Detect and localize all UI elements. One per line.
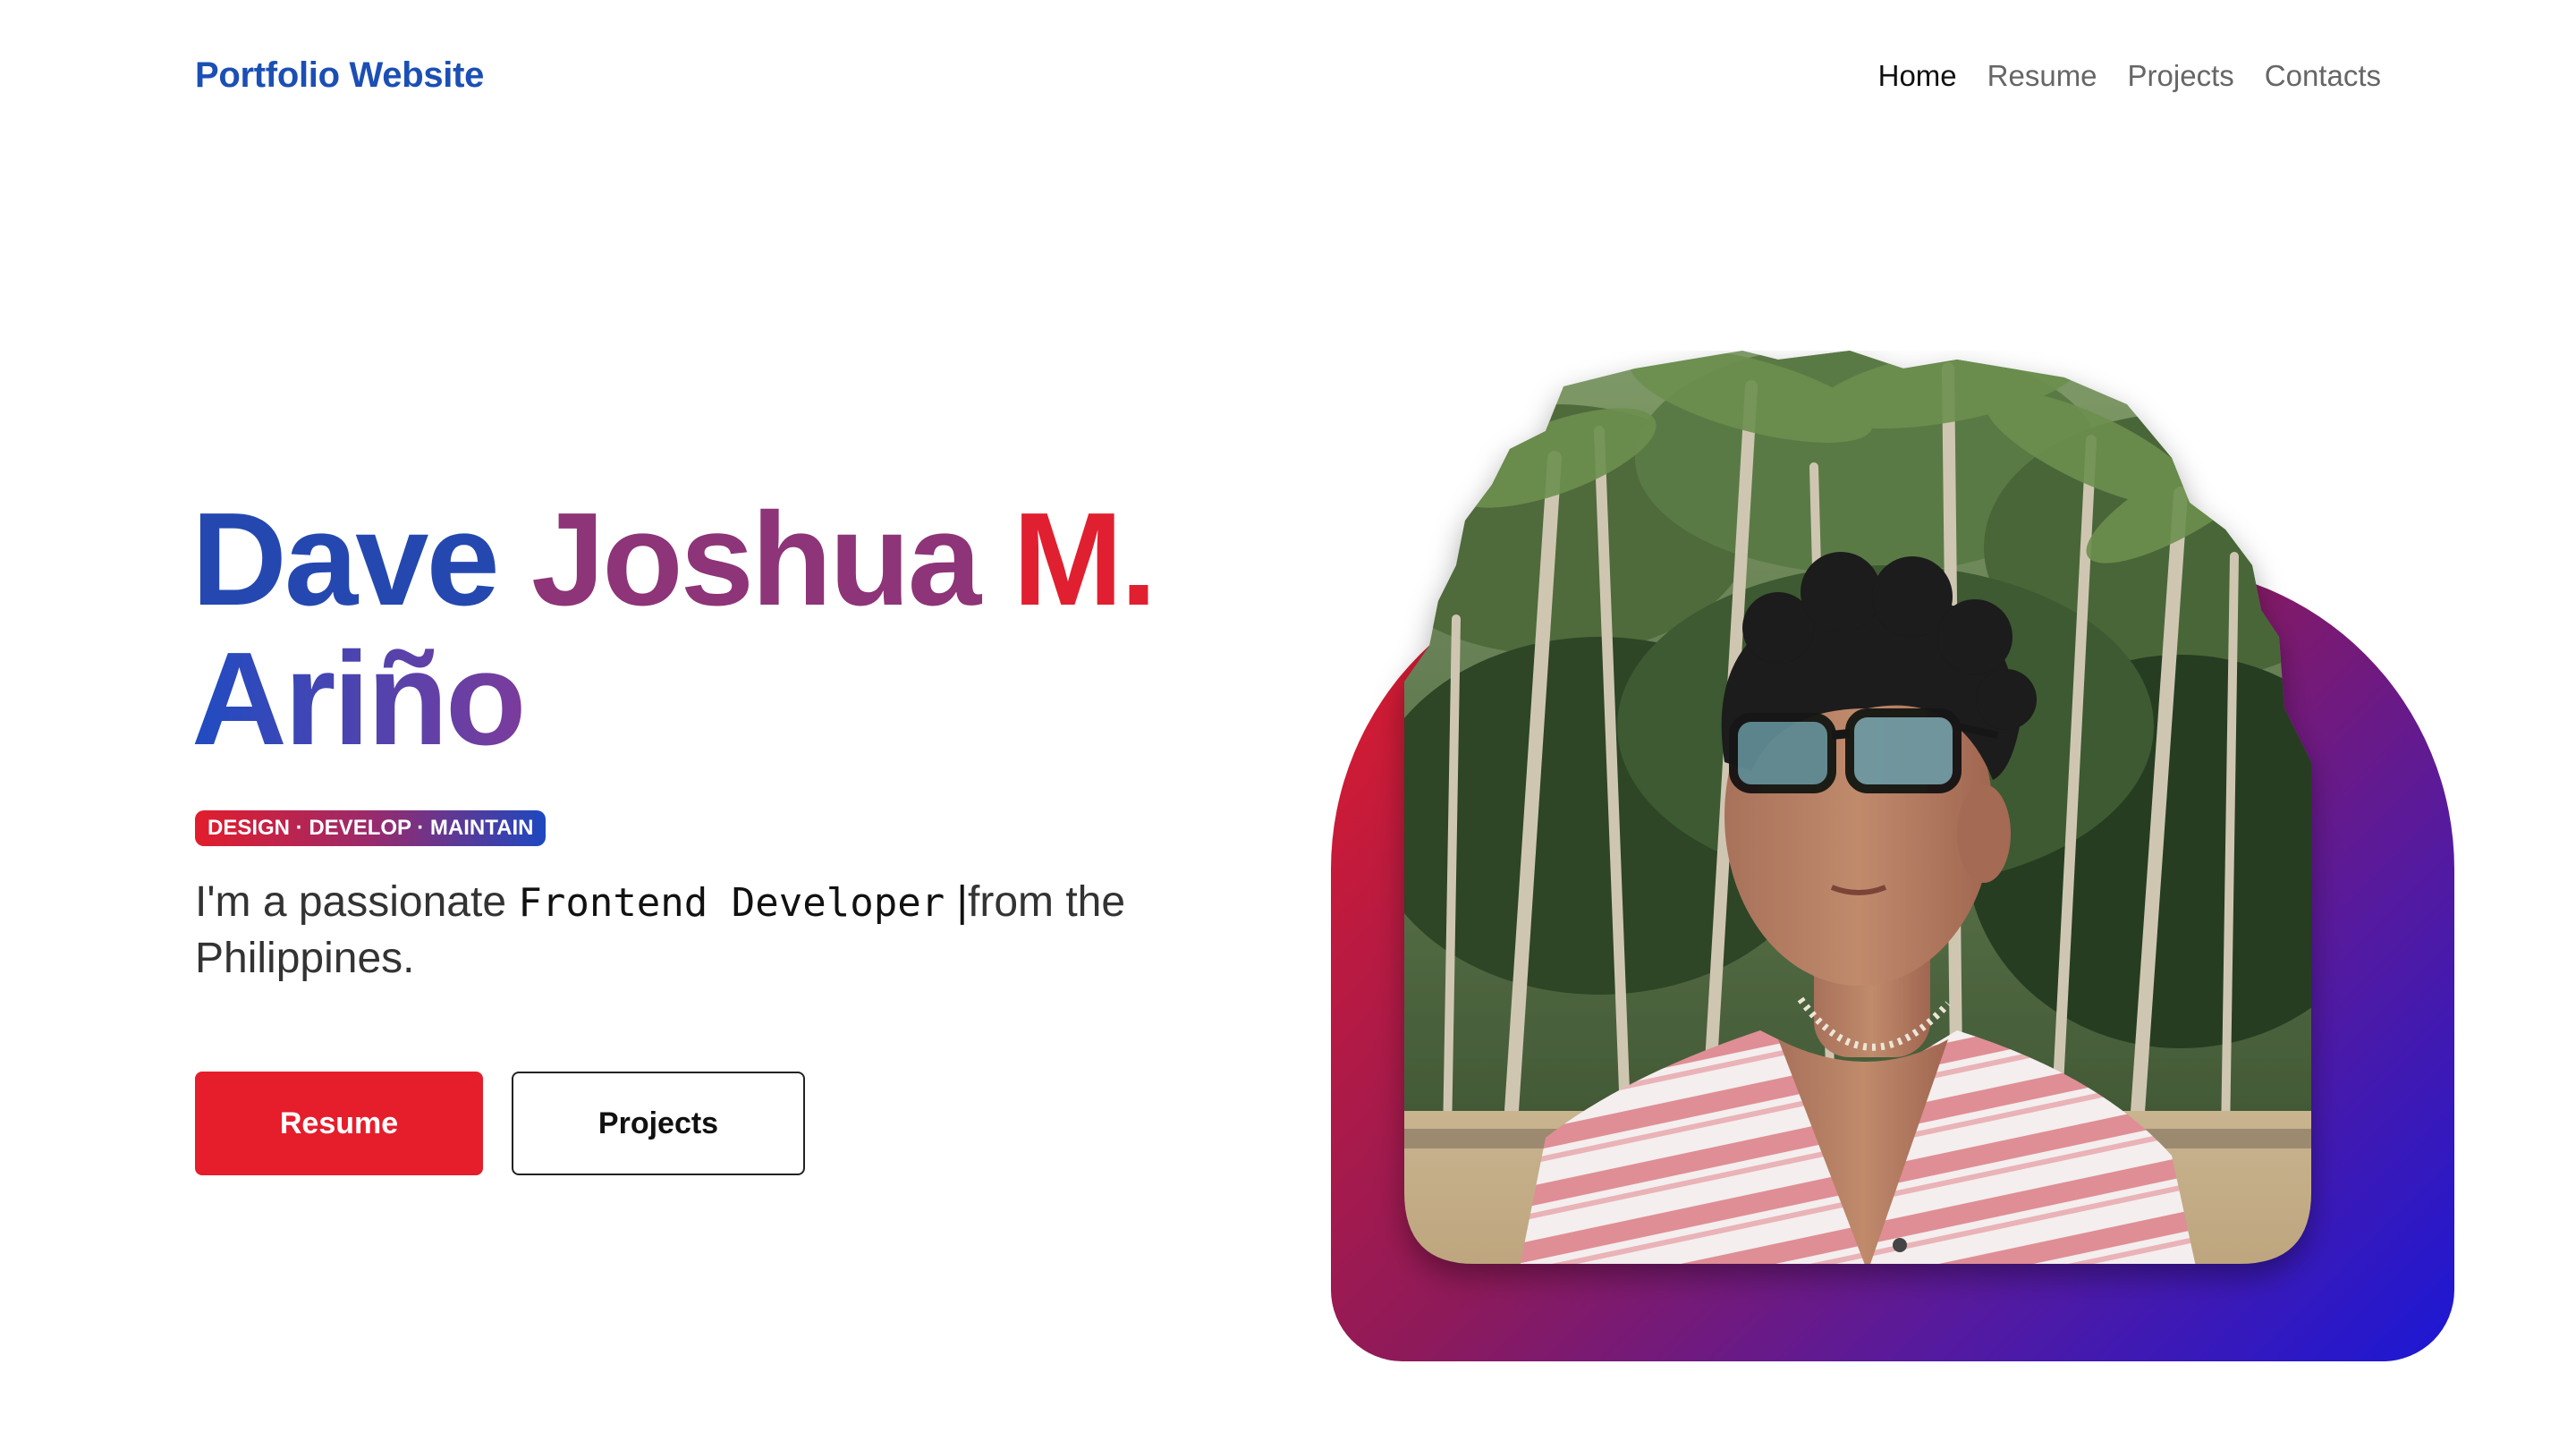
intro-text: I'm a passionate Frontend Developer |fro… <box>195 875 1143 987</box>
hero-name: Dave Joshua M. Ariño <box>191 490 1175 769</box>
nav-projects[interactable]: Projects <box>2128 59 2234 93</box>
nav-contacts[interactable]: Contacts <box>2265 59 2381 93</box>
intro-role: Frontend Developer <box>518 880 945 926</box>
name-middle: Joshua <box>530 486 981 633</box>
intro-prefix: I'm a passionate <box>195 878 519 926</box>
tagline-badge: DESIGN · DEVELOP · MAINTAIN <box>195 810 547 846</box>
name-last: Ariño <box>191 625 526 773</box>
nav-home[interactable]: Home <box>1878 59 1957 93</box>
name-first: Dave <box>191 486 500 633</box>
main-nav: Home Resume Projects Contacts <box>1878 59 2381 93</box>
nav-resume[interactable]: Resume <box>1987 59 2097 93</box>
name-initial: M. <box>1013 486 1157 633</box>
typing-caret: | <box>945 878 968 926</box>
portrait-photo <box>1404 351 2311 1264</box>
resume-button[interactable]: Resume <box>195 1072 483 1175</box>
portrait-container <box>1331 351 2454 1361</box>
projects-button[interactable]: Projects <box>512 1072 805 1175</box>
site-logo[interactable]: Portfolio Website <box>195 55 484 96</box>
